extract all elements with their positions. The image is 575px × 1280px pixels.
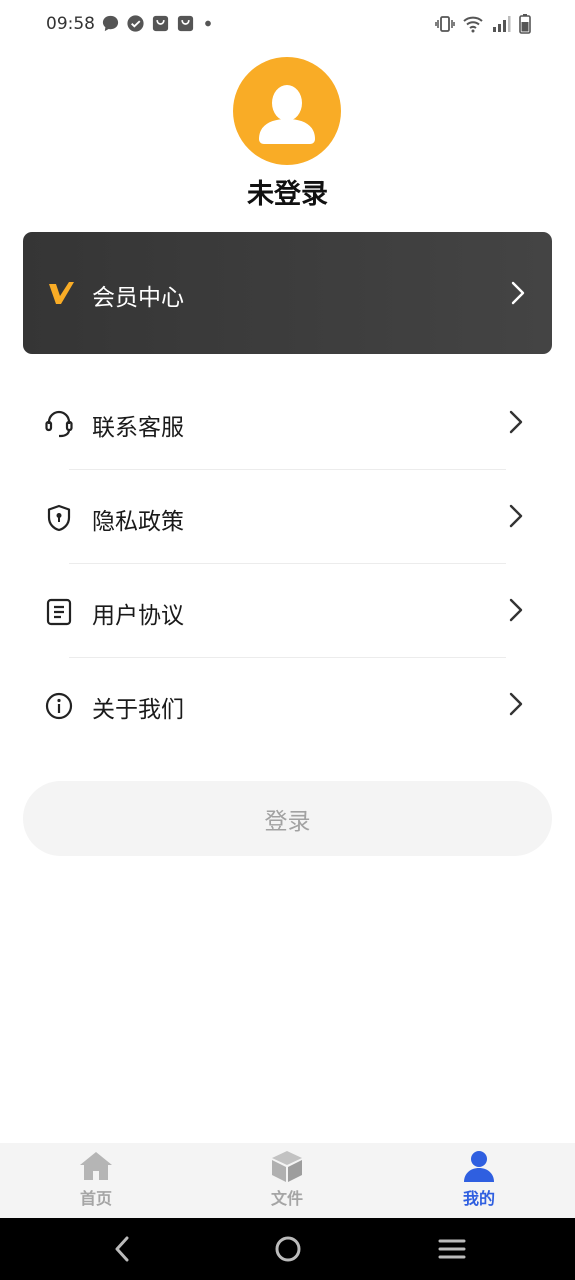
tab-mine[interactable]: 我的 (419, 1143, 539, 1218)
chevron-right-icon (509, 692, 523, 716)
login-button[interactable]: 登录 (23, 781, 552, 856)
menu-item-about-us[interactable]: 关于我们 (0, 658, 575, 752)
back-icon[interactable] (112, 1234, 132, 1264)
settings-menu: 联系客服 隐私政策 用户协议 关于我们 (0, 376, 575, 752)
wifi-icon (463, 16, 483, 33)
menu-item-label: 隐私政策 (92, 509, 184, 535)
menu-item-customer-service[interactable]: 联系客服 (0, 376, 575, 470)
vibrate-icon (435, 16, 455, 32)
vip-logo-icon (49, 282, 74, 304)
menu-item-privacy-policy[interactable]: 隐私政策 (0, 470, 575, 564)
info-icon (45, 692, 73, 720)
menu-lines-icon[interactable] (438, 1234, 466, 1264)
bottom-tab-bar: 首页 文件 我的 (0, 1143, 575, 1218)
menu-item-label: 联系客服 (92, 415, 184, 441)
document-icon (46, 598, 72, 626)
user-icon (464, 1151, 494, 1182)
status-time: 09:58 (46, 14, 95, 34)
home-circle-icon[interactable] (274, 1234, 302, 1264)
chevron-right-icon (509, 504, 523, 528)
shopping-bag-icon (177, 15, 194, 32)
status-bar: 09:58 (0, 0, 575, 48)
dot-icon (205, 20, 211, 27)
tab-files[interactable]: 文件 (227, 1143, 347, 1218)
menu-item-user-agreement[interactable]: 用户协议 (0, 564, 575, 658)
menu-item-label: 用户协议 (92, 603, 184, 629)
chevron-right-icon (509, 410, 523, 434)
vip-center-card[interactable]: 会员中心 (23, 232, 552, 354)
signal-icon (493, 16, 511, 32)
box-icon (272, 1151, 302, 1182)
tab-home[interactable]: 首页 (36, 1143, 156, 1218)
shield-icon (47, 504, 71, 532)
chevron-right-icon (511, 281, 525, 305)
tab-label: 文件 (270, 1189, 303, 1208)
battery-icon (519, 14, 531, 34)
profile-name: 未登录 (247, 179, 328, 210)
tab-label: 我的 (462, 1189, 495, 1208)
tab-label: 首页 (79, 1189, 112, 1208)
chevron-right-icon (509, 598, 523, 622)
system-icons (435, 14, 531, 34)
shopping-bag-icon (152, 15, 169, 32)
check-circle-icon (127, 15, 144, 32)
vip-center-label: 会员中心 (92, 285, 184, 311)
home-icon (80, 1152, 112, 1180)
message-icon (102, 15, 119, 32)
system-nav-bar (0, 1218, 575, 1280)
menu-item-label: 关于我们 (92, 697, 184, 723)
user-silhouette-icon (259, 85, 315, 144)
avatar[interactable] (233, 57, 341, 165)
headset-icon (45, 410, 73, 438)
notification-icons (101, 14, 215, 33)
